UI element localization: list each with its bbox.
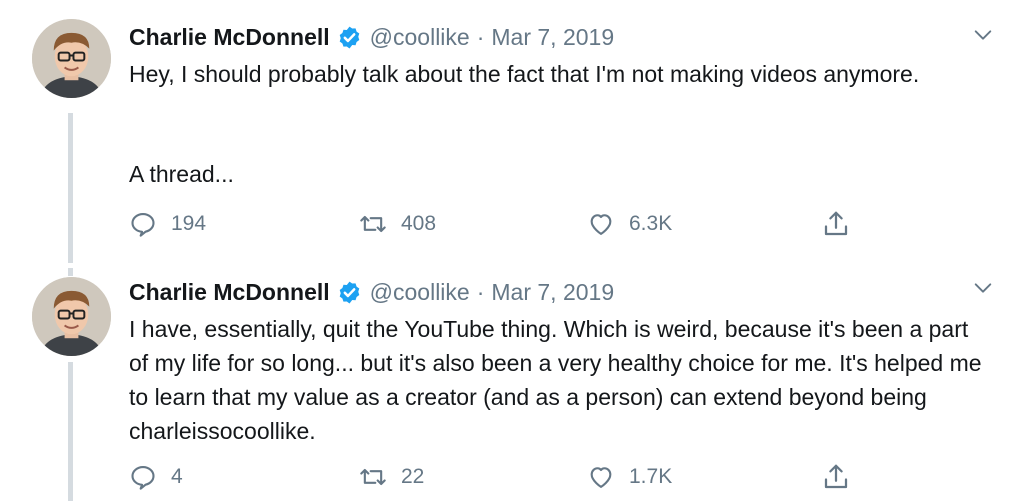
verified-badge-icon	[337, 25, 362, 50]
like-count: 1.7K	[629, 465, 673, 488]
like-button[interactable]: 6.3K	[587, 209, 672, 239]
like-count: 6.3K	[629, 212, 673, 235]
heart-icon	[590, 214, 612, 235]
tweet-actions: 194 408 6.3K	[129, 209, 869, 239]
tweet-header: Charlie McDonnell @coollike · Mar 7, 201…	[129, 22, 614, 52]
share-icon[interactable]	[821, 462, 851, 492]
author-name[interactable]: Charlie McDonnell	[129, 24, 330, 51]
tweet-header: Charlie McDonnell @coollike · Mar 7, 201…	[129, 277, 614, 307]
retweet-count: 408	[401, 212, 437, 235]
retweet-button[interactable]: 408	[359, 209, 436, 239]
verified-badge-icon	[337, 280, 362, 305]
tweet-text: A thread...	[129, 161, 234, 187]
avatar[interactable]	[32, 19, 111, 98]
reply-count: 194	[171, 212, 207, 235]
tweet-text: I have, essentially, quit the YouTube th…	[129, 316, 982, 444]
share-icon[interactable]	[821, 209, 851, 239]
chevron-down-icon[interactable]	[972, 24, 994, 46]
retweet-count: 22	[401, 465, 425, 488]
author-name[interactable]: Charlie McDonnell	[129, 279, 330, 306]
heart-icon	[590, 467, 612, 488]
tweet-date[interactable]: Mar 7, 2019	[491, 24, 614, 51]
separator-dot: ·	[476, 278, 485, 305]
avatar[interactable]	[32, 277, 111, 356]
reply-count: 4	[171, 465, 183, 488]
like-button[interactable]: 1.7K	[587, 462, 672, 492]
reply-button[interactable]: 194	[129, 209, 206, 239]
chevron-down-icon[interactable]	[972, 277, 994, 299]
separator-dot: ·	[476, 23, 485, 50]
reply-button[interactable]: 4	[129, 462, 183, 492]
author-handle[interactable]: @coollike	[370, 279, 470, 306]
tweet[interactable]: Charlie McDonnell @coollike · Mar 7, 201…	[0, 262, 1024, 501]
tweet-date[interactable]: Mar 7, 2019	[491, 279, 614, 306]
tweet-actions: 4 22 1.7K	[129, 462, 869, 492]
retweet-icon	[360, 468, 386, 486]
retweet-button[interactable]: 22	[359, 462, 424, 492]
retweet-icon	[360, 215, 386, 233]
author-handle[interactable]: @coollike	[370, 24, 470, 51]
reply-icon	[131, 466, 155, 490]
reply-icon	[131, 213, 155, 237]
tweet[interactable]: Charlie McDonnell @coollike · Mar 7, 201…	[0, 0, 1024, 262]
tweet-text: Hey, I should probably talk about the fa…	[129, 61, 920, 87]
